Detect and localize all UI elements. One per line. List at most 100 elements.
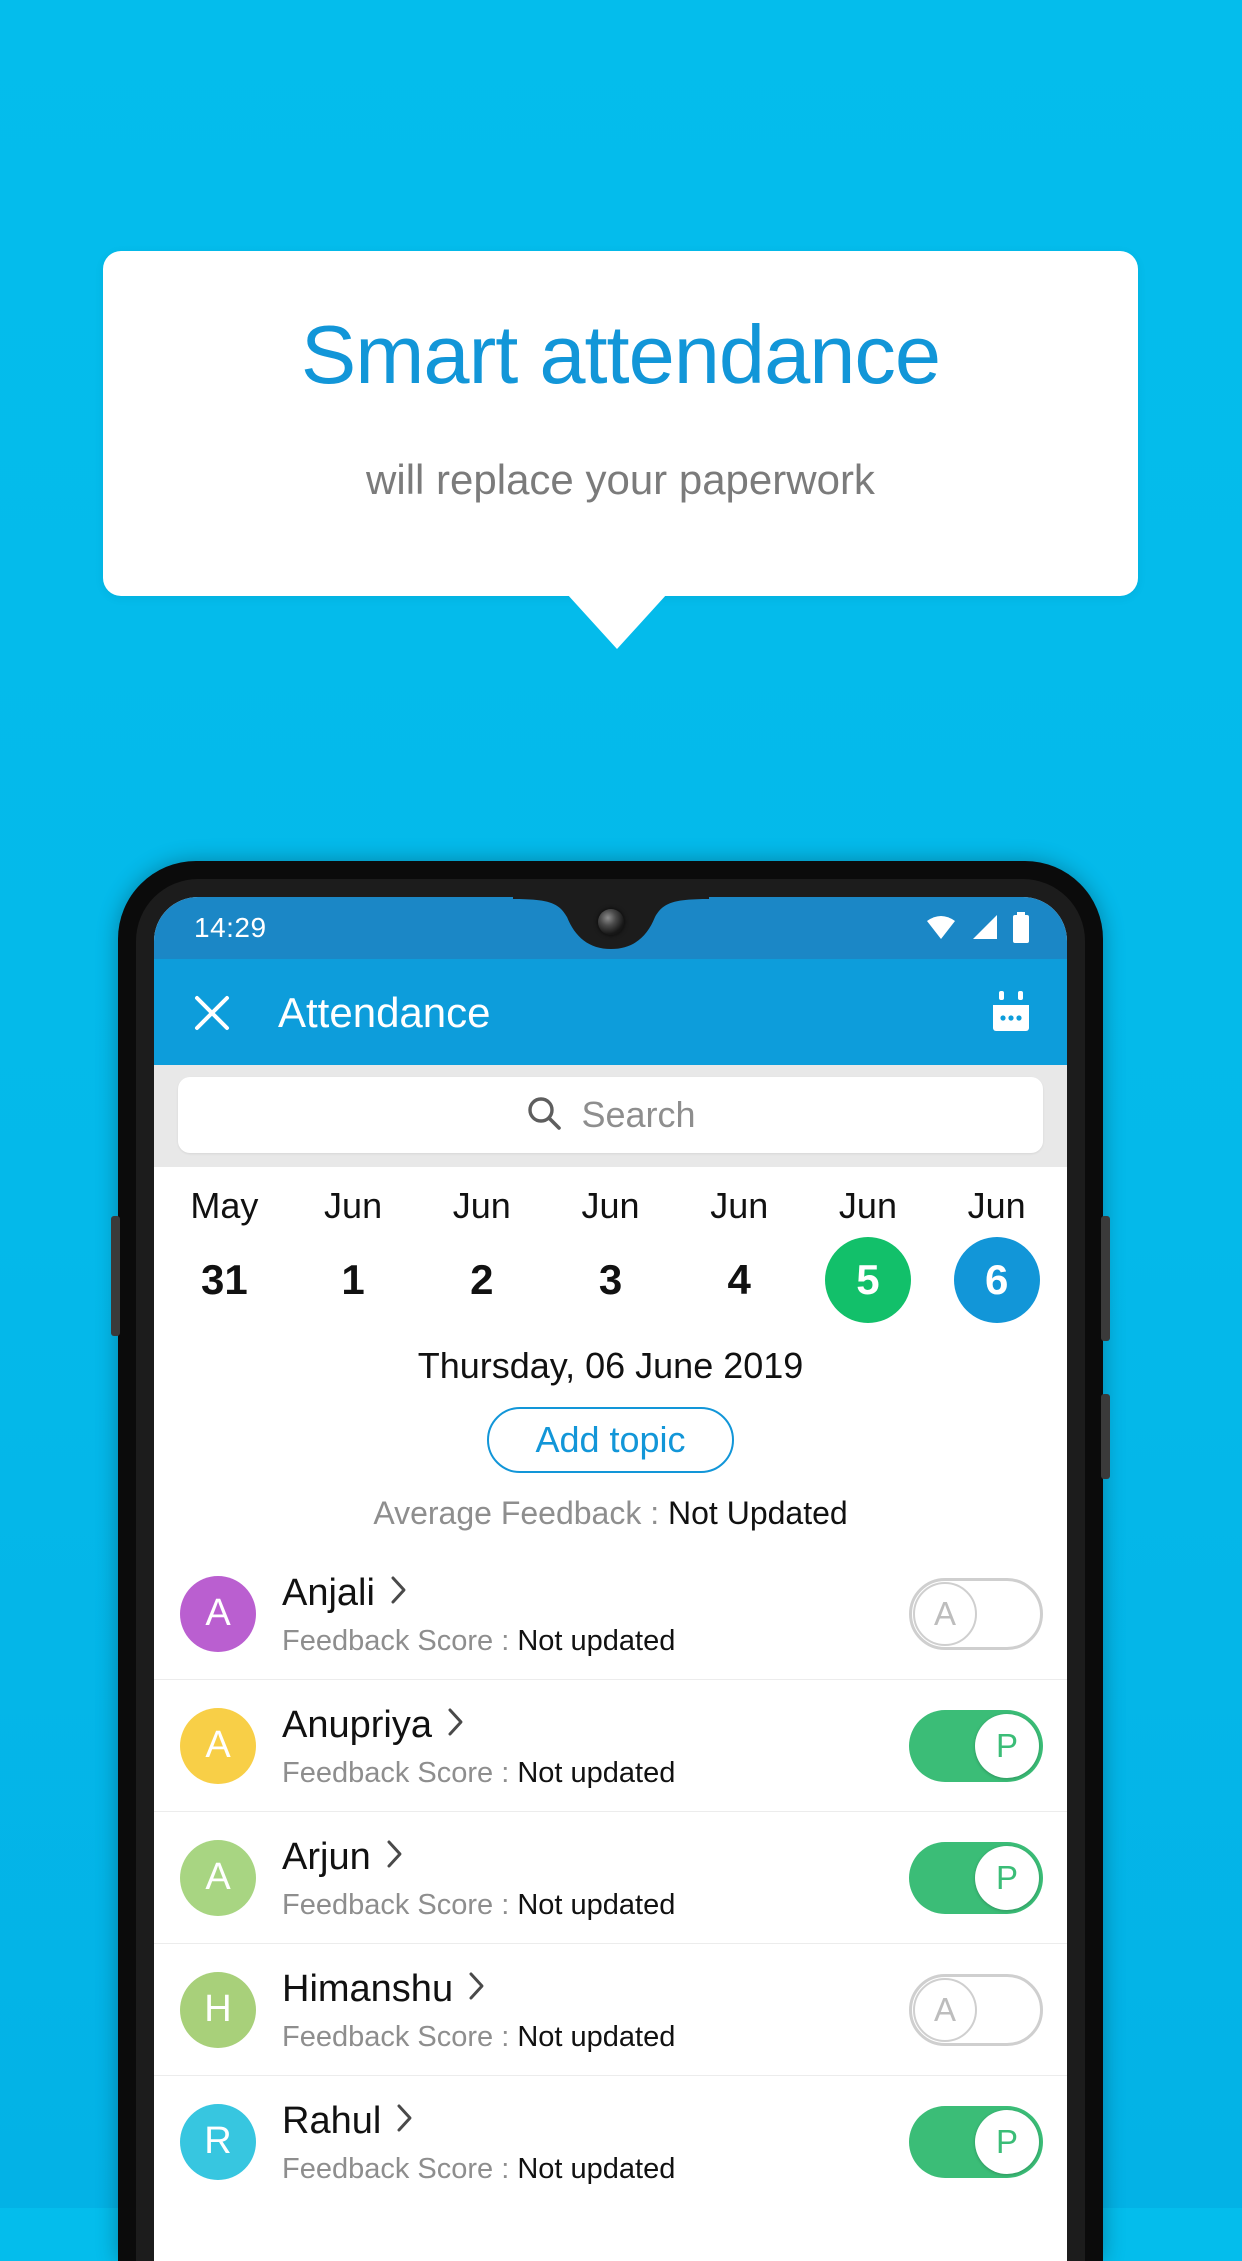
date-number[interactable]: 3 <box>568 1237 654 1323</box>
average-feedback: Average Feedback : Not Updated <box>154 1495 1067 1532</box>
feedback-score-label: Feedback Score : <box>282 2020 518 2053</box>
student-feedback-score: Feedback Score : Not updated <box>282 1756 909 1790</box>
date-month-label: Jun <box>581 1185 640 1226</box>
student-feedback-score: Feedback Score : Not updated <box>282 1888 909 1922</box>
student-text-block: Rahul Feedback Score : Not updated <box>282 2098 909 2186</box>
attendance-toggle-knob: P <box>975 1713 1039 1778</box>
date-cell[interactable]: Jun 2 <box>417 1183 546 1323</box>
attendance-toggle[interactable]: P <box>909 1841 1043 1914</box>
feedback-score-value: Not updated <box>517 1888 676 1921</box>
wifi-icon <box>925 913 957 948</box>
date-month-label: Jun <box>967 1185 1026 1226</box>
add-topic-button[interactable]: Add topic <box>487 1407 734 1473</box>
student-text-block: Arjun Feedback Score : Not updated <box>282 1834 909 1922</box>
date-month-label: Jun <box>710 1185 769 1226</box>
promo-subtitle: will replace your paperwork <box>366 456 875 503</box>
student-row[interactable]: A Anjali Feedback Score : Not updated A <box>154 1548 1067 1679</box>
search-placeholder-text: Search <box>581 1094 696 1135</box>
date-number[interactable]: 31 <box>181 1237 267 1323</box>
date-number[interactable]: 5 <box>824 1237 911 1323</box>
avatar: A <box>180 1575 256 1652</box>
status-icons <box>925 912 1031 949</box>
promo-title: Smart attendance <box>300 308 941 401</box>
attendance-toggle[interactable]: P <box>909 1709 1043 1782</box>
date-number-container: 2 <box>417 1237 546 1323</box>
date-month-label: Jun <box>838 1185 897 1226</box>
average-feedback-value: Not Updated <box>668 1495 848 1531</box>
date-number-container: 1 <box>289 1237 418 1323</box>
student-text-block: Anupriya Feedback Score : Not updated <box>282 1702 909 1790</box>
student-name-row[interactable]: Anupriya <box>282 1702 909 1748</box>
feedback-score-value: Not updated <box>517 1624 676 1657</box>
attendance-toggle[interactable]: A <box>909 1577 1043 1650</box>
date-month-label: May <box>190 1185 259 1226</box>
date-cell[interactable]: Jun 1 <box>289 1183 418 1323</box>
date-cell[interactable]: May 31 <box>160 1183 289 1323</box>
search-bar-container: Search <box>154 1065 1067 1167</box>
attendance-toggle[interactable]: A <box>909 1973 1043 2046</box>
promo-speech-bubble-card: Smart attendance will replace your paper… <box>103 251 1138 596</box>
student-row[interactable]: A Arjun Feedback Score : Not updated P <box>154 1811 1067 1943</box>
student-feedback-score: Feedback Score : Not updated <box>282 2152 909 2186</box>
student-name-row[interactable]: Rahul <box>282 2098 909 2144</box>
attendance-toggle[interactable]: P <box>909 2105 1043 2178</box>
date-strip: May 31 Jun 1 Jun 2 Jun 3 Jun 4 Jun 5 Jun 6 <box>154 1167 1067 1327</box>
date-cell[interactable]: Jun 4 <box>675 1183 804 1323</box>
student-feedback-score: Feedback Score : Not updated <box>282 2020 909 2054</box>
student-list: A Anjali Feedback Score : Not updated A A Anu… <box>154 1548 1067 2207</box>
date-number-container: 3 <box>546 1237 675 1323</box>
date-cell[interactable]: Jun 3 <box>546 1183 675 1323</box>
chevron-right-icon[interactable] <box>385 1838 405 1875</box>
date-number[interactable]: 4 <box>696 1237 782 1323</box>
chevron-right-icon[interactable] <box>395 2102 415 2139</box>
selected-date-label: Thursday, 06 June 2019 <box>417 1345 804 1386</box>
attendance-toggle-knob: P <box>975 1845 1039 1910</box>
feedback-score-value: Not updated <box>517 2020 676 2053</box>
student-name: Anjali <box>282 1571 375 1614</box>
power-button[interactable] <box>1101 1394 1110 1479</box>
chevron-right-icon[interactable] <box>467 1970 487 2007</box>
student-text-block: Anjali Feedback Score : Not updated <box>282 1570 909 1658</box>
chevron-right-icon[interactable] <box>446 1706 466 1743</box>
student-name-row[interactable]: Anjali <box>282 1570 909 1616</box>
student-name: Arjun <box>282 1835 371 1878</box>
battery-icon <box>1011 912 1031 949</box>
feedback-score-label: Feedback Score : <box>282 2152 518 2185</box>
app-title: Attendance <box>278 989 491 1036</box>
date-number[interactable]: 2 <box>439 1237 525 1323</box>
date-number-container: 31 <box>160 1237 289 1323</box>
search-input[interactable]: Search <box>178 1077 1043 1153</box>
date-number[interactable]: 6 <box>953 1237 1040 1323</box>
volume-button[interactable] <box>1101 1216 1110 1341</box>
avatar: A <box>180 1707 256 1784</box>
date-number-container: 5 <box>804 1237 933 1323</box>
assistant-button[interactable] <box>111 1216 120 1336</box>
student-row[interactable]: H Himanshu Feedback Score : Not updated A <box>154 1943 1067 2075</box>
average-feedback-label: Average Feedback : <box>373 1495 669 1531</box>
feedback-score-label: Feedback Score : <box>282 1888 518 1921</box>
date-number-container: 6 <box>932 1237 1061 1323</box>
phone-mockup: 14:29 Attendance Search May 31 Jun 1 Jun… <box>111 861 1110 2261</box>
date-month-label: Jun <box>452 1185 511 1226</box>
student-name-row[interactable]: Himanshu <box>282 1966 909 2012</box>
date-cell[interactable]: Jun 5 <box>804 1183 933 1323</box>
student-name: Anupriya <box>282 1703 432 1746</box>
attendance-toggle-knob: P <box>975 2109 1039 2174</box>
student-row[interactable]: A Anupriya Feedback Score : Not updated P <box>154 1679 1067 1811</box>
status-time: 14:29 <box>194 912 267 943</box>
add-topic-container: Add topic <box>154 1407 1067 1473</box>
chevron-right-icon[interactable] <box>389 1574 409 1611</box>
date-cell[interactable]: Jun 6 <box>932 1183 1061 1323</box>
date-number[interactable]: 1 <box>310 1237 396 1323</box>
calendar-icon[interactable] <box>985 987 1037 1039</box>
date-number-container: 4 <box>675 1237 804 1323</box>
feedback-score-label: Feedback Score : <box>282 1624 518 1657</box>
phone-screen: 14:29 Attendance Search May 31 Jun 1 Jun… <box>154 897 1067 2261</box>
feedback-score-value: Not updated <box>517 1756 676 1789</box>
student-name-row[interactable]: Arjun <box>282 1834 909 1880</box>
student-name: Himanshu <box>282 1967 454 2010</box>
attendance-toggle-knob: A <box>913 1581 977 1646</box>
student-row[interactable]: R Rahul Feedback Score : Not updated P <box>154 2075 1067 2207</box>
close-icon[interactable] <box>186 987 238 1039</box>
student-feedback-score: Feedback Score : Not updated <box>282 1624 909 1658</box>
